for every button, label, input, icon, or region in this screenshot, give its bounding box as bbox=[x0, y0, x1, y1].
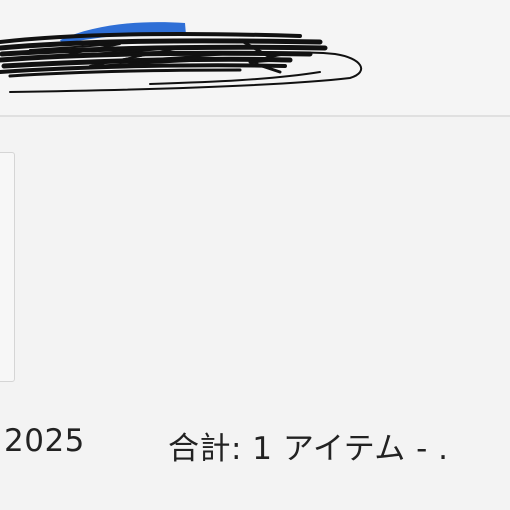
order-total-items: 合計: 1 アイテム - . bbox=[168, 431, 449, 467]
product-thumbnail[interactable] bbox=[0, 152, 15, 382]
order-header bbox=[0, 0, 510, 116]
header-divider bbox=[0, 115, 510, 117]
order-screen: 2025 合計: 1 アイテム - . bbox=[0, 0, 510, 510]
redaction-scribble bbox=[0, 22, 362, 93]
order-summary-row: 2025 合計: 1 アイテム - . bbox=[0, 423, 510, 473]
order-date-year: 2025 bbox=[4, 423, 85, 459]
